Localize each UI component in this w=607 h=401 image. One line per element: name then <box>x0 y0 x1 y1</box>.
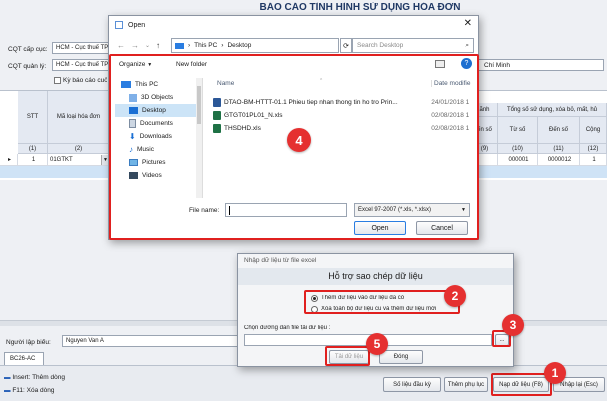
cqt-cap-cuc-label: CQT cấp cục: <box>8 46 48 53</box>
them-phu-luc-button[interactable]: Thêm phụ lục <box>444 377 488 392</box>
nguoi-lap-input[interactable]: Nguyen Van A <box>62 335 238 347</box>
nguoi-lap-label: Người lập biểu: <box>6 339 51 346</box>
row-code[interactable]: 01GTKT ▼ <box>48 154 110 165</box>
close-icon[interactable]: ✕ <box>464 18 472 29</box>
grid-num-10: (10) <box>498 144 538 154</box>
tab-bc26-ac[interactable]: BC26-AC <box>4 352 44 365</box>
grid-header-ma-loai: Mã loại hóa đơn <box>48 91 110 144</box>
row-total: 1 <box>580 154 607 165</box>
highlight-nap-du-lieu <box>491 373 552 396</box>
cqt-quan-ly-select[interactable]: HCM - Cục thuế TPH <box>52 59 112 71</box>
hint-insert-label: Insert: Thêm dòng <box>12 374 65 381</box>
recent-chevron-icon[interactable]: ⌄ <box>145 42 150 49</box>
address-bar[interactable]: › This PC › Desktop <box>171 38 339 53</box>
grid-num-11: (11) <box>538 144 580 154</box>
forward-arrow-icon[interactable]: → <box>131 41 139 50</box>
search-placeholder: Search Desktop <box>357 42 404 49</box>
step-badge-1: 1 <box>544 362 566 384</box>
row-stt: 1 <box>18 154 48 165</box>
breadcrumb-sep-1: › <box>188 42 191 49</box>
grid-num-12: (12) <box>580 144 607 154</box>
row-from: 000001 <box>498 154 538 165</box>
breadcrumb-this-pc[interactable]: This PC <box>194 42 217 49</box>
breadcrumb-desktop[interactable]: Desktop <box>227 42 251 49</box>
row-indicator: ▸ <box>0 154 18 165</box>
cqt-right-field[interactable]: Chí Minh <box>468 59 604 71</box>
grid-header-stt: STT <box>18 91 48 144</box>
page-title: BÁO CÁO TÌNH HÌNH SỬ DỤNG HÓA ĐƠN <box>259 2 461 13</box>
path-label: Chọn đường dẫn file tải dữ liệu : <box>244 325 331 331</box>
up-arrow-icon[interactable]: ↑ <box>156 41 160 50</box>
search-field[interactable]: Search Desktop ⌕ <box>352 38 474 53</box>
hint-f11: ▬ F11: Xóa dòng <box>4 387 54 394</box>
refresh-icon[interactable]: ⟳ <box>340 38 352 53</box>
import-dialog-title: Nhập dữ liệu từ file excel <box>244 257 317 264</box>
step-badge-4: 4 <box>287 128 311 152</box>
so-lieu-dau-ky-button[interactable]: Số liệu đầu kỳ <box>383 377 441 392</box>
open-dialog-title: Open <box>128 21 146 29</box>
step-badge-2: 2 <box>444 285 466 307</box>
cqt-quan-ly-label: CQT quản lý: <box>8 63 47 70</box>
highlight-radio-options <box>304 290 460 314</box>
hint-f11-label: F11: Xóa dòng <box>12 387 55 394</box>
highlight-load-data <box>325 346 370 366</box>
grid-sub-den-so: Đến số <box>538 117 580 144</box>
grid-header-right-top: Tổng số sử dụng, xóa bỏ, mất, hủ <box>498 103 607 117</box>
step-badge-5: 5 <box>366 333 388 355</box>
breadcrumb-sep-2: › <box>221 42 224 49</box>
grid-colnum-2: (2) <box>48 144 110 154</box>
cqt-cap-cuc-select[interactable]: HCM - Cục thuế TPH <box>52 42 112 54</box>
back-arrow-icon[interactable]: ← <box>117 41 125 50</box>
ky-bao-cao-label: Kỳ báo cáo cuối <box>63 77 107 84</box>
search-icon[interactable]: ⌕ <box>465 42 469 50</box>
open-dialog-titlebar: Open ✕ <box>109 16 478 34</box>
hint-insert: ▬ Insert: Thêm dòng <box>4 374 65 381</box>
row-code-value: 01GTKT <box>50 156 73 163</box>
open-dialog-icon <box>115 21 123 29</box>
row-to: 0000012 <box>538 154 580 165</box>
close-button[interactable]: Đóng <box>379 350 423 364</box>
ky-bao-cao-checkbox[interactable] <box>54 77 61 84</box>
step-badge-3: 3 <box>502 314 524 336</box>
grid-sub-tu-so: Từ số <box>498 117 538 144</box>
grid-colnum-1: (1) <box>18 144 48 154</box>
pc-icon <box>175 42 184 49</box>
import-dialog-header: Hỗ trợ sao chép dữ liệu <box>238 268 513 285</box>
grid-sub-cong: Cộng <box>580 117 607 144</box>
